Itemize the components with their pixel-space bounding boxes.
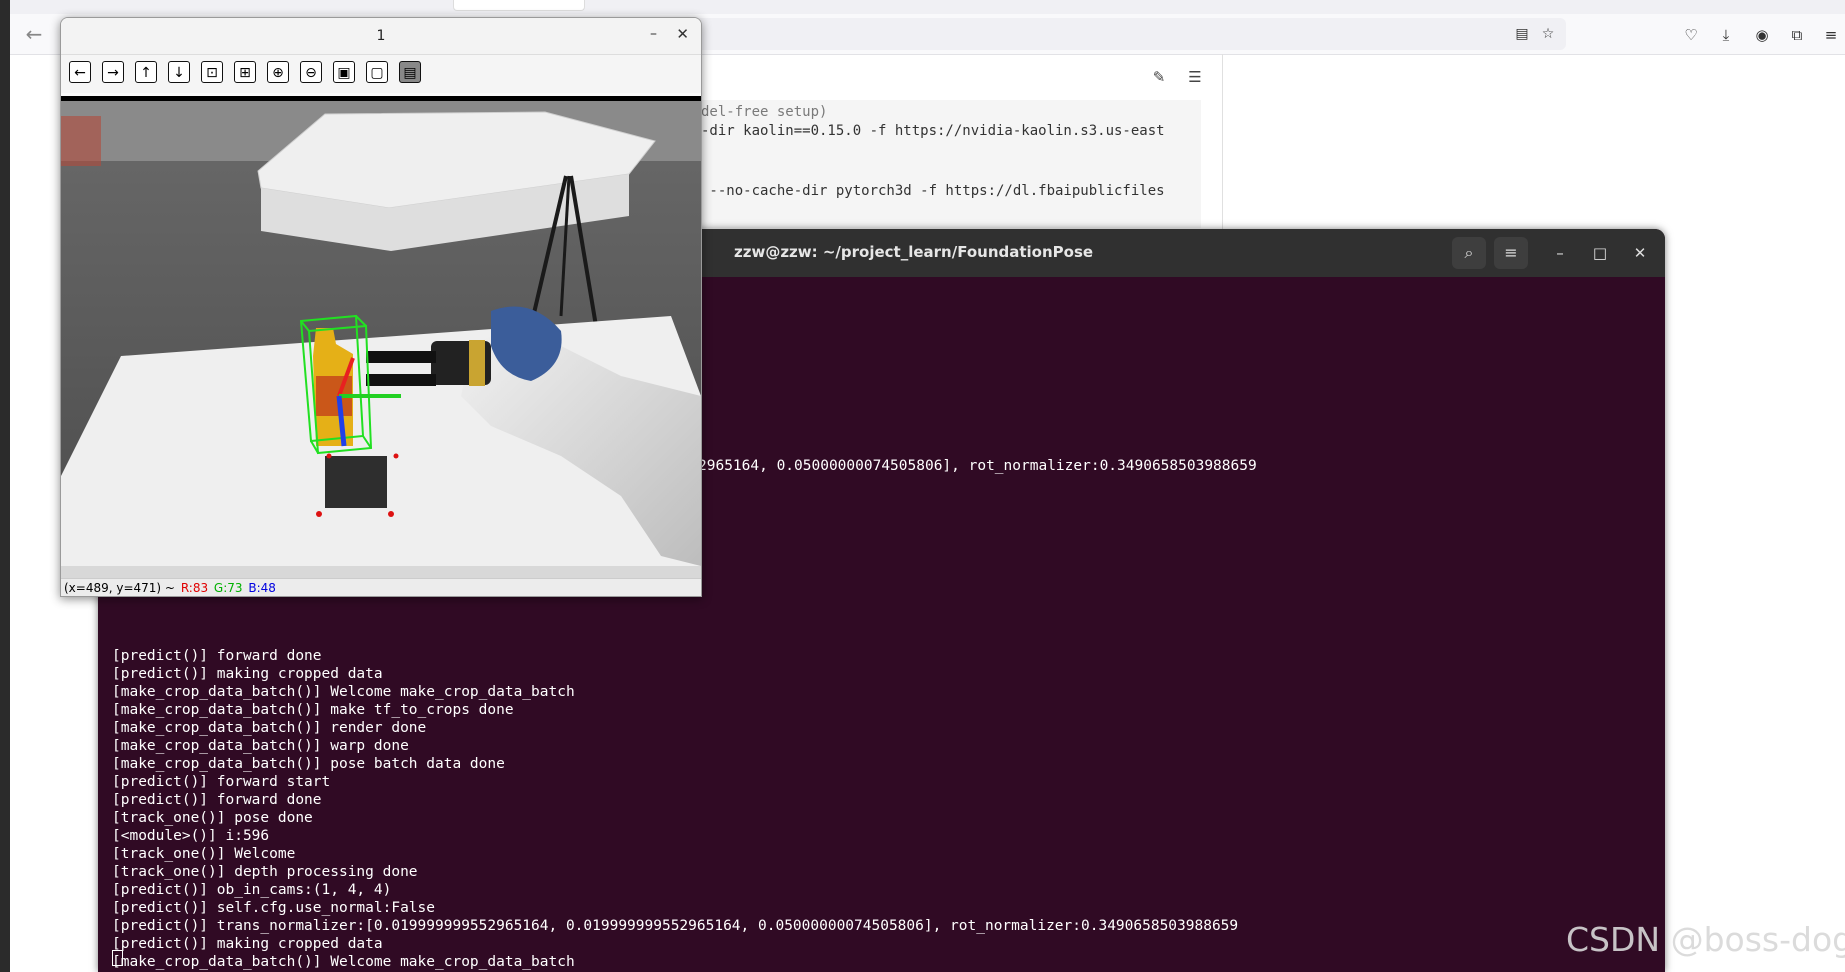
terminal-line: [track_one()] pose done	[112, 810, 313, 826]
list-icon[interactable]: ☰	[1184, 66, 1206, 88]
terminal-line: [make_crop_data_batch()] warp done	[112, 738, 409, 754]
terminal-close-button[interactable]: ✕	[1628, 241, 1652, 265]
zoom-in-button[interactable]: ⊕	[267, 61, 289, 83]
pan-down-button[interactable]: ↓	[168, 61, 190, 83]
pan-right-button[interactable]: →	[102, 61, 124, 83]
zoom-fit-button[interactable]: ⊡	[201, 61, 223, 83]
terminal-title: zzw@zzw: ~/project_learn/FoundationPose	[734, 243, 1094, 261]
viewer-status-bar: (x=489, y=471) ~ R:83 G:73 B:48	[61, 578, 701, 596]
viewer-close-button[interactable]: ✕	[676, 25, 689, 43]
gripper-ring	[469, 340, 485, 386]
watermark: CSDN @boss-dog	[1566, 920, 1845, 959]
zoom-original-button[interactable]: ⊞	[234, 61, 256, 83]
red-marker	[316, 511, 322, 517]
code-line: -dir kaolin==0.15.0 -f https://nvidia-ka…	[701, 123, 1165, 139]
terminal-line: [make_crop_data_batch()] Welcome make_cr…	[112, 954, 575, 970]
terminal-line-partial: 2965164, 0.05000000074505806], rot_norma…	[698, 458, 1257, 474]
terminal-line: [predict()] ob_in_cams:(1, 4, 4)	[112, 882, 392, 898]
code-line: del-free setup)	[701, 104, 828, 120]
terminal-line: [predict()] making cropped data	[112, 936, 383, 952]
reader-view-icon[interactable]: ▤	[1512, 24, 1532, 44]
downloads-icon[interactable]: ⤓	[1715, 24, 1737, 46]
bookmark-star-icon[interactable]: ☆	[1538, 24, 1558, 44]
terminal-minimize-button[interactable]: –	[1548, 241, 1572, 265]
viewer-title: 1	[376, 28, 386, 44]
terminal-line: [predict()] forward done	[112, 648, 322, 664]
terminal-cursor	[112, 950, 123, 966]
viewer-minimize-button[interactable]: –	[650, 26, 657, 42]
back-arrow-icon[interactable]: ←	[22, 22, 46, 46]
status-coords: (x=489, y=471) ~	[64, 581, 175, 595]
red-marker	[393, 453, 399, 459]
terminal-line: [<module>()] i:596	[112, 828, 270, 844]
properties-button[interactable]: ▤	[399, 61, 421, 83]
red-marker	[326, 453, 332, 459]
terminal-line: [make_crop_data_batch()] pose batch data…	[112, 756, 505, 772]
pose-estimation-scene	[61, 101, 701, 594]
zoom-out-button[interactable]: ⊖	[300, 61, 322, 83]
terminal-line: [predict()] forward start	[112, 774, 331, 790]
terminal-line: [predict()] making cropped data	[112, 666, 383, 682]
save-image-button[interactable]: ▣	[333, 61, 355, 83]
code-cell[interactable]: del-free setup) -dir kaolin==0.15.0 -f h…	[700, 100, 1201, 228]
image-viewer-window[interactable]: 1 – ✕ ← → ↑ ↓ ⊡ ⊞ ⊕ ⊖ ▣ ▢ ▤ (x=489, y=47…	[60, 17, 702, 597]
terminal-line: [track_one()] Welcome	[112, 846, 296, 862]
status-green-value: G:73	[213, 581, 243, 595]
code-line: --no-cache-dir pytorch3d -f https://dl.f…	[701, 183, 1165, 199]
terminal-line: [track_one()] depth processing done	[112, 864, 418, 880]
desktop-left-edge	[0, 0, 10, 972]
terminal-line: [predict()] forward done	[112, 792, 322, 808]
status-red-value: R:83	[180, 581, 209, 595]
background-object	[61, 116, 101, 166]
browser-tab-strip	[10, 0, 1845, 14]
copy-image-button[interactable]: ▢	[366, 61, 388, 83]
search-icon[interactable]: ⌕	[1452, 237, 1486, 269]
gripper-finger	[366, 374, 436, 386]
terminal-line: [predict()] self.cfg.use_normal:False	[112, 900, 436, 916]
gripper-finger	[366, 351, 436, 363]
pan-left-button[interactable]: ←	[69, 61, 91, 83]
terminal-line: [predict()] trans_normalizer:[0.01999999…	[112, 918, 1239, 934]
pocket-icon[interactable]: ♡	[1680, 24, 1702, 46]
terminal-line: [make_crop_data_batch()] Welcome make_cr…	[112, 684, 575, 700]
terminal-maximize-button[interactable]: □	[1588, 241, 1612, 265]
terminal-line: [make_crop_data_batch()] make tf_to_crop…	[112, 702, 514, 718]
table-slot	[325, 456, 387, 508]
account-icon[interactable]: ◉	[1751, 24, 1773, 46]
red-marker	[388, 511, 394, 517]
viewer-toolbar: ← → ↑ ↓ ⊡ ⊞ ⊕ ⊖ ▣ ▢ ▤	[61, 55, 701, 93]
extensions-icon[interactable]: ⧉	[1786, 24, 1808, 46]
browser-tab[interactable]	[453, 0, 585, 11]
hamburger-menu-icon[interactable]: ≡	[1494, 237, 1528, 269]
menu-icon[interactable]: ≡	[1820, 24, 1842, 46]
viewer-titlebar: 1 – ✕	[61, 18, 701, 55]
pan-up-button[interactable]: ↑	[135, 61, 157, 83]
terminal-line: [make_crop_data_batch()] render done	[112, 720, 427, 736]
pencil-icon[interactable]: ✎	[1148, 66, 1170, 88]
status-blue-value: B:48	[248, 581, 276, 595]
camera-image[interactable]	[61, 96, 701, 594]
